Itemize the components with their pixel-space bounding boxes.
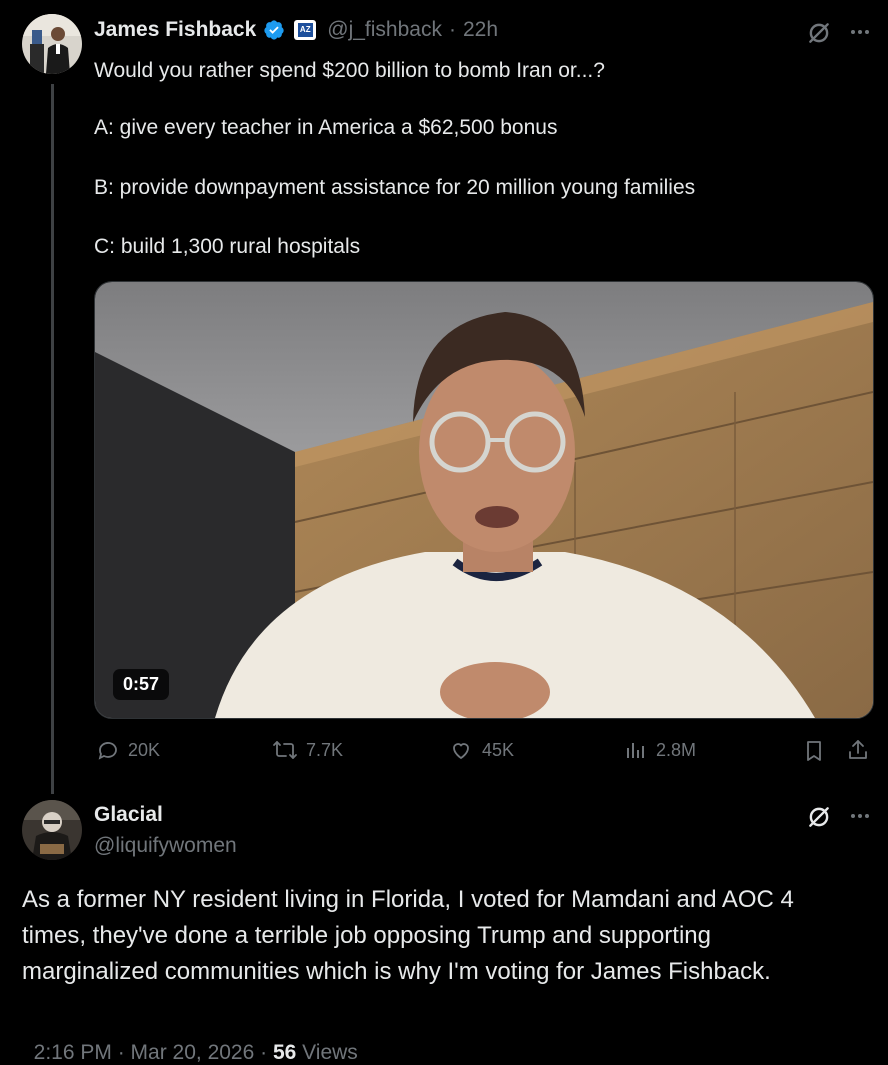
tweet-text-line: C: build 1,300 rural hospitals	[94, 235, 361, 258]
like-count: 45K	[482, 739, 515, 760]
repost-icon	[272, 738, 298, 762]
reply-text-line: times, they've done a terrible job oppos…	[22, 922, 711, 949]
reply-author-name[interactable]: Glacial	[94, 803, 163, 827]
tweet-header: James Fishback AZ @j_fishback · 22h	[94, 18, 498, 42]
reply-button[interactable]: 20K	[96, 738, 160, 762]
reply-count: 20K	[128, 739, 161, 760]
reply-author-handle[interactable]: @liquifywomen	[94, 834, 237, 858]
like-icon	[448, 738, 474, 762]
grok-icon[interactable]	[806, 804, 832, 830]
reply-author-avatar[interactable]	[22, 800, 82, 860]
repost-count: 7.7K	[306, 739, 344, 760]
author-name[interactable]: James Fishback	[94, 18, 256, 42]
tweet-time[interactable]: 22h	[463, 18, 498, 42]
reply-icon	[96, 738, 120, 762]
affiliate-badge-icon[interactable]: AZ	[294, 20, 317, 40]
author-handle[interactable]: @j_fishback	[327, 18, 442, 42]
tweet-text-line: Would you rather spend $200 billion to b…	[94, 59, 605, 82]
tweet-text-line: B: provide downpayment assistance for 20…	[94, 176, 696, 199]
like-button[interactable]: 45K	[448, 738, 514, 762]
author-avatar[interactable]	[22, 14, 82, 74]
separator-dot: ·	[448, 18, 456, 41]
views-icon	[624, 738, 648, 762]
share-icon[interactable]	[846, 738, 870, 762]
views-button[interactable]: 2.8M	[624, 738, 696, 762]
more-icon[interactable]	[848, 804, 872, 828]
reply-timestamp[interactable]: 2:16 PM · Mar 20, 2026 ·	[34, 1041, 273, 1064]
affiliate-badge-text: AZ	[297, 23, 313, 37]
tweet-text-line: A: give every teacher in America a $62,5…	[94, 116, 558, 139]
video-frame	[95, 282, 873, 718]
video-duration: 0:57	[113, 669, 170, 700]
verified-badge-icon	[263, 19, 285, 41]
repost-button[interactable]: 7.7K	[272, 738, 343, 762]
bookmark-icon[interactable]	[802, 739, 826, 763]
reply-text-line: marginalized communities which is why I'…	[22, 958, 771, 985]
grok-icon[interactable]	[806, 20, 832, 46]
more-icon[interactable]	[848, 20, 872, 44]
reply-views-count: 56	[272, 1041, 297, 1064]
reply-text-line: As a former NY resident living in Florid…	[22, 886, 794, 913]
reply-views-label: Views	[296, 1041, 358, 1064]
video-player[interactable]: 0:57	[94, 281, 874, 719]
thread-line	[51, 84, 54, 794]
views-count: 2.8M	[656, 739, 697, 760]
